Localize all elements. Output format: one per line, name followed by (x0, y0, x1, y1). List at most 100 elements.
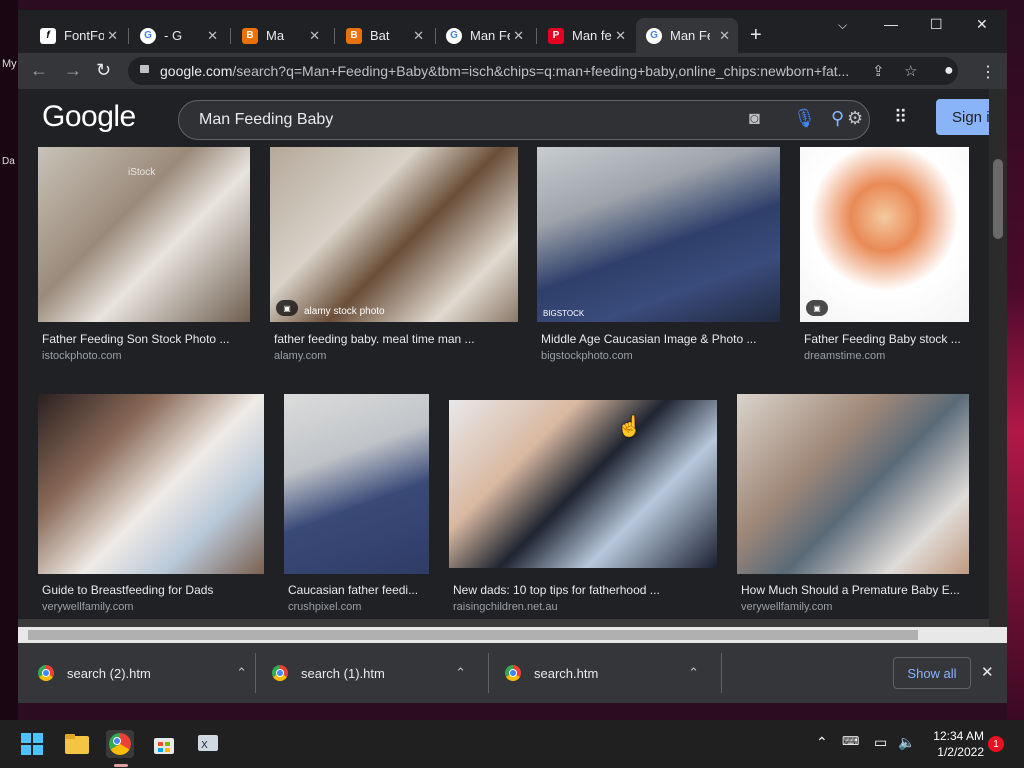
tab-3[interactable]: B Ma ✕ (232, 18, 328, 53)
new-tab-icon[interactable]: + (750, 24, 762, 47)
result-source[interactable]: alamy.com (274, 350, 326, 362)
result-caption[interactable]: Guide to Breastfeeding for Dads (42, 583, 262, 597)
sign-in-button[interactable]: Sign i (936, 99, 989, 135)
tab-5[interactable]: G Man Fe ✕ (436, 18, 532, 53)
tab-4[interactable]: B Bat ✕ (336, 18, 432, 53)
result-thumbnail[interactable] (737, 394, 969, 574)
desktop-item-my[interactable]: My (2, 58, 17, 70)
divider (721, 653, 722, 693)
result-thumbnail[interactable]: ▣ alamy stock photo (270, 147, 518, 322)
chevron-up-icon[interactable]: ⌃ (236, 665, 247, 681)
tab-1[interactable]: f FontFo ✕ (30, 18, 126, 53)
desktop-left-strip: My Da (0, 0, 18, 720)
chevron-up-icon[interactable]: ⌃ (455, 665, 466, 681)
result-caption[interactable]: New dads: 10 top tips for fatherhood ... (453, 583, 715, 597)
download-item[interactable]: search (1).htm ⌃ (272, 643, 472, 703)
share-icon[interactable]: ⇪ (872, 62, 885, 80)
desktop-wallpaper (1007, 0, 1024, 720)
start-icon[interactable] (18, 730, 46, 758)
result-caption[interactable]: father feeding baby. meal time man ... (274, 332, 514, 346)
address-bar[interactable]: google.com/search?q=Man+Feeding+Baby&tbm… (128, 57, 958, 85)
result-caption[interactable]: Middle Age Caucasian Image & Photo ... (541, 332, 779, 346)
profile-icon[interactable]: ● (944, 62, 954, 80)
volume-icon[interactable]: 🔈 (898, 734, 915, 751)
close-icon[interactable]: ✕ (719, 28, 730, 44)
result-thumbnail[interactable] (449, 400, 717, 568)
tab-6[interactable]: P Man fe ✕ (538, 18, 634, 53)
vertical-scrollbar[interactable] (989, 89, 1007, 627)
tab-separator (128, 28, 129, 44)
menu-icon[interactable]: ⋮ (980, 62, 996, 82)
store-icon[interactable] (150, 730, 178, 758)
chevron-up-icon[interactable]: ⌃ (688, 665, 699, 681)
close-icon[interactable]: ✕ (513, 28, 524, 44)
result-caption[interactable]: Father Feeding Baby stock ... (804, 332, 969, 346)
settings-icon[interactable]: ⚙ (847, 108, 863, 129)
file-explorer-icon[interactable] (63, 730, 91, 758)
apps-icon[interactable]: ⠿ (894, 107, 907, 128)
camera-icon[interactable]: ◙ (749, 108, 760, 129)
search-icon[interactable]: ⚲ (831, 108, 844, 129)
notification-badge[interactable]: 1 (988, 736, 1004, 752)
google-header: Google Man Feeding Baby ◙ 🎙 ⚲ ⚙ ⠿ Sign i (18, 89, 989, 147)
result-thumbnail[interactable]: ▣ (800, 147, 969, 322)
result-source[interactable]: crushpixel.com (288, 601, 361, 613)
url-text[interactable]: google.com/search?q=Man+Feeding+Baby&tbm… (160, 63, 860, 79)
mic-icon[interactable]: 🎙 (793, 108, 816, 129)
chrome-taskbar-icon[interactable] (106, 730, 134, 758)
app-icon[interactable]: X (194, 730, 222, 758)
close-icon[interactable]: ✕ (615, 28, 626, 44)
result-caption[interactable]: Father Feeding Son Stock Photo ... (42, 332, 247, 346)
reload-icon[interactable]: ↻ (96, 61, 111, 79)
clock[interactable]: 12:34 AM 1/2/2022 (924, 728, 984, 760)
keyboard-icon[interactable]: ⌨ (842, 734, 859, 748)
close-downloads-icon[interactable]: ✕ (981, 663, 994, 681)
lock-icon[interactable] (140, 65, 149, 73)
back-icon[interactable]: ← (30, 61, 48, 79)
network-icon[interactable]: ▭ (874, 734, 887, 751)
tab-title: FontFo (64, 28, 104, 43)
tab-2[interactable]: G - G ✕ (130, 18, 226, 53)
horizontal-scrollbar[interactable] (18, 627, 1007, 643)
tab-search-icon[interactable]: ⌵ (838, 18, 847, 33)
tab-favicon: P (548, 27, 564, 44)
download-filename[interactable]: search (1).htm (301, 666, 385, 681)
google-logo[interactable]: Google (42, 100, 136, 134)
watermark-text: alamy stock photo (304, 306, 385, 317)
forward-icon[interactable]: → (64, 61, 82, 79)
search-input[interactable]: Man Feeding Baby (199, 111, 333, 129)
result-caption[interactable]: Caucasian father feedi... (288, 583, 428, 597)
close-icon[interactable]: ✕ (107, 28, 118, 44)
star-icon[interactable]: ☆ (904, 62, 917, 80)
result-source[interactable]: bigstockphoto.com (541, 350, 633, 362)
window-close-icon[interactable]: ✕ (976, 16, 988, 33)
download-item[interactable]: search.htm ⌃ (505, 643, 705, 703)
close-icon[interactable]: ✕ (207, 28, 218, 44)
download-filename[interactable]: search.htm (534, 666, 598, 681)
result-source[interactable]: verywellfamily.com (741, 601, 832, 613)
tab-7-active[interactable]: G Man Fe ✕ (636, 18, 738, 53)
scroll-thumb[interactable] (28, 630, 918, 640)
result-thumbnail[interactable] (284, 394, 429, 574)
result-source[interactable]: istockphoto.com (42, 350, 121, 362)
tab-title: Bat (370, 28, 390, 43)
result-source[interactable]: dreamstime.com (804, 350, 885, 362)
result-thumbnail[interactable]: BIGSTOCK (537, 147, 780, 322)
close-icon[interactable]: ✕ (413, 28, 424, 44)
result-source[interactable]: verywellfamily.com (42, 601, 133, 613)
download-item[interactable]: search (2).htm ⌃ (38, 643, 253, 703)
minimize-icon[interactable]: — (884, 16, 898, 32)
maximize-icon[interactable]: ☐ (930, 16, 943, 33)
result-source[interactable]: raisingchildren.net.au (453, 601, 558, 613)
result-caption[interactable]: How Much Should a Premature Baby E... (741, 583, 969, 597)
scroll-thumb[interactable] (993, 159, 1003, 239)
close-icon[interactable]: ✕ (309, 28, 320, 44)
tab-title: Man Fe (670, 28, 710, 43)
desktop-item-da[interactable]: Da (2, 156, 15, 167)
chevron-up-icon[interactable]: ⌃ (816, 734, 828, 751)
search-box[interactable]: Man Feeding Baby ◙ 🎙 ⚲ ⚙ (178, 100, 870, 140)
show-all-button[interactable]: Show all (893, 657, 971, 689)
result-thumbnail[interactable] (38, 394, 264, 574)
result-thumbnail[interactable]: iStock (38, 147, 250, 322)
download-filename[interactable]: search (2).htm (67, 666, 151, 681)
